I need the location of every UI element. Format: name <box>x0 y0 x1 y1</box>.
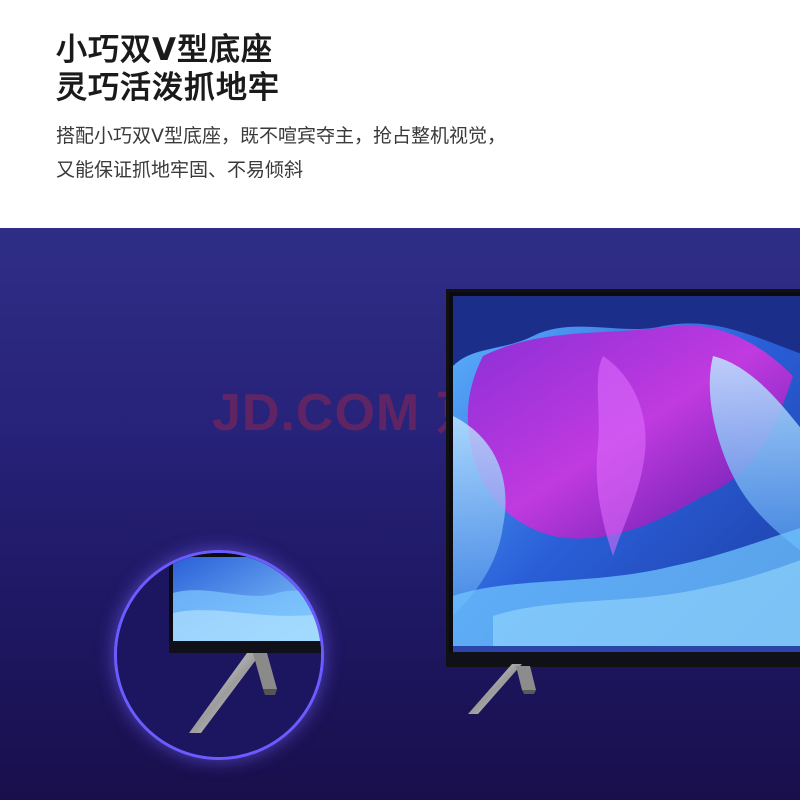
description-line-2: 又能保证抓地牢固、不易倾斜 <box>56 159 304 181</box>
abstract-wallpaper-icon <box>453 296 800 646</box>
title-line-2: 灵巧活泼抓地牢 <box>56 70 280 106</box>
title-line-1: 小巧双V型底座 <box>56 32 273 68</box>
stand-zoom-detail <box>114 550 324 760</box>
zoomed-stand-icon <box>117 553 321 757</box>
tv-screen-artwork <box>453 296 800 652</box>
product-stage: JD.COM 京东 <box>0 228 800 800</box>
tv-bottom-bezel <box>449 652 800 664</box>
header-section: 小巧双V型底座 灵巧活泼抓地牢 搭配小巧双V型底座，既不喧宾夺主，抢占整机视觉，… <box>0 0 800 228</box>
stand-leg-icon <box>468 664 536 714</box>
description-line-1: 搭配小巧双V型底座，既不喧宾夺主，抢占整机视觉， <box>56 125 506 147</box>
tv-product-image <box>446 289 800 667</box>
